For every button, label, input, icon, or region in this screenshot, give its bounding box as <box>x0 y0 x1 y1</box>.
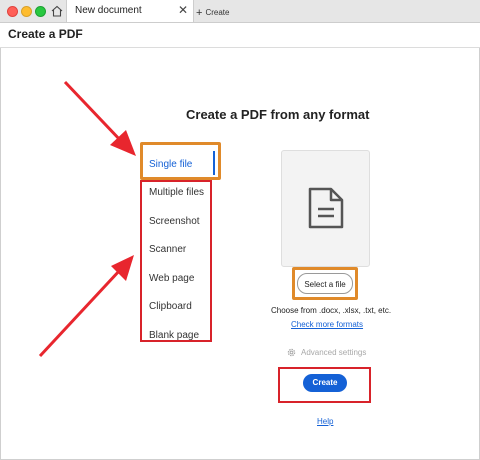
supported-formats-text: Choose from .docx, .xlsx, .txt, etc. <box>271 306 392 315</box>
page-title: Create a PDF <box>8 27 83 41</box>
close-icon[interactable]: ✕ <box>178 3 188 17</box>
create-button[interactable]: Create <box>303 374 347 392</box>
new-tab-button[interactable]: + Create <box>196 6 230 19</box>
help-link[interactable]: Help <box>317 417 333 426</box>
close-window-button[interactable] <box>7 6 18 17</box>
highlight-other-options <box>140 180 212 342</box>
document-icon <box>308 187 344 229</box>
tab-title: New document <box>75 5 142 16</box>
new-tab-label: Create <box>205 8 230 17</box>
minimize-window-button[interactable] <box>21 6 32 17</box>
gear-icon <box>287 348 296 357</box>
maximize-window-button[interactable] <box>35 6 46 17</box>
select-file-button[interactable]: Select a file <box>297 273 353 294</box>
advanced-settings-link[interactable]: Advanced settings <box>301 348 366 357</box>
highlight-single-file <box>140 142 221 180</box>
main-heading: Create a PDF from any format <box>186 107 370 122</box>
window-frame <box>0 0 480 460</box>
tab-new-document[interactable]: New document ✕ <box>66 0 194 22</box>
check-more-formats-link[interactable]: Check more formats <box>291 320 363 329</box>
title-bar: New document ✕ + Create <box>0 0 480 23</box>
plus-icon: + <box>196 7 203 19</box>
page-header: Create a PDF <box>0 23 480 48</box>
home-icon[interactable] <box>50 4 64 18</box>
